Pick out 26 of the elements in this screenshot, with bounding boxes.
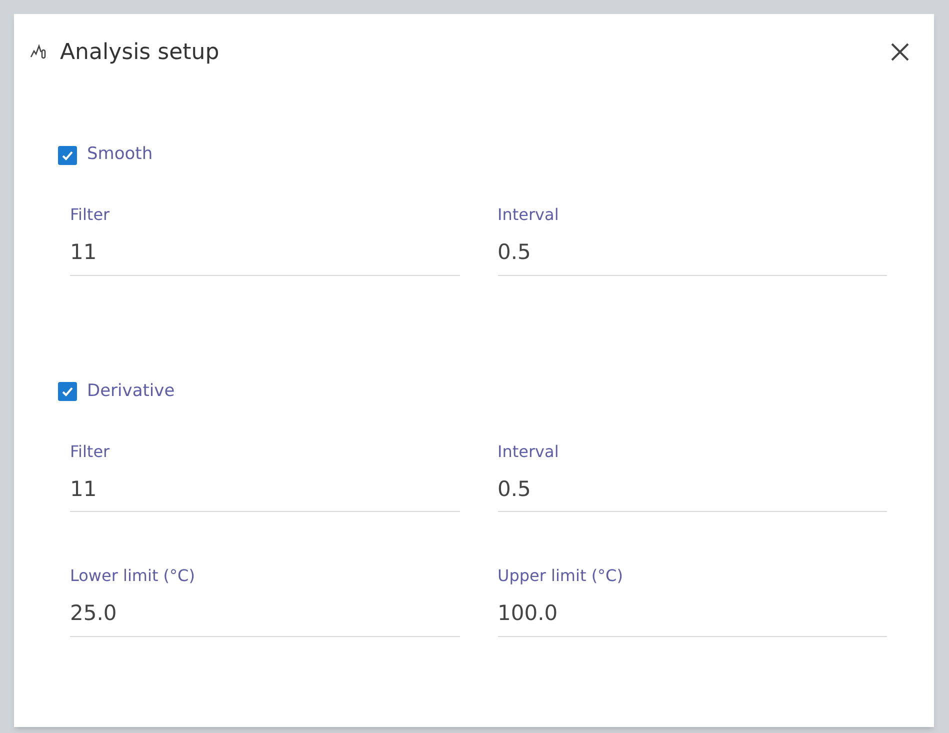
checkbox-label: Derivative (87, 380, 175, 403)
checkmark-icon (61, 148, 74, 162)
text-field[interactable]: Upper limit (°C) 100.0 (498, 564, 887, 636)
field-value: 0.5 (498, 239, 532, 266)
field-label: Interval (498, 440, 560, 462)
field-label: Interval (498, 204, 560, 226)
field-label: Filter (70, 204, 111, 226)
close-icon (889, 41, 911, 63)
text-field[interactable]: Filter 11 (70, 440, 460, 512)
field-value: 11 (70, 239, 98, 266)
dialog-title: Analysis setup (60, 38, 220, 66)
field-value: 25.0 (70, 600, 118, 627)
text-field[interactable]: Lower limit (°C) 25.0 (70, 564, 460, 636)
field-label: Upper limit (°C) (498, 565, 624, 587)
field-label: Lower limit (°C) (70, 565, 196, 587)
checkbox[interactable] (58, 146, 77, 164)
field-label: Filter (70, 440, 111, 462)
checkmark-icon (61, 385, 74, 398)
checkbox[interactable] (58, 382, 77, 401)
checkbox-label: Smooth (87, 143, 153, 166)
text-field[interactable]: Interval 0.5 (498, 440, 887, 512)
text-field[interactable]: Interval 0.5 (498, 203, 887, 276)
field-value: 0.5 (498, 476, 532, 502)
field-value: 11 (70, 476, 98, 502)
text-field[interactable]: Filter 11 (70, 203, 460, 276)
field-value: 100.0 (498, 600, 559, 627)
